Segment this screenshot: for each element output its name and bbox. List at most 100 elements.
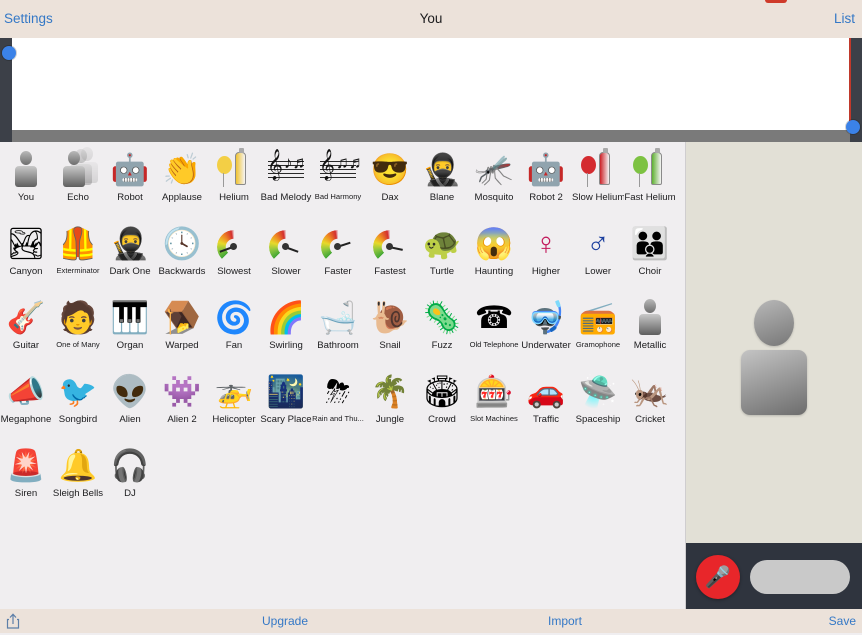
sleigh-bells-icon: 🔔 [58, 447, 98, 483]
effect-tile[interactable]: 👾 Alien 2 [156, 367, 208, 441]
effect-tile[interactable]: Slow Helium [572, 145, 624, 219]
dj-icon: 🎧 [110, 447, 150, 483]
effect-tile[interactable]: ☎ Old Telephone [468, 293, 520, 367]
effect-tile[interactable]: Helium [208, 145, 260, 219]
effect-tile[interactable]: Echo [52, 145, 104, 219]
effect-tile[interactable]: 🤖 Robot 2 [520, 145, 572, 219]
effect-tile[interactable]: 🚁 Helicopter [208, 367, 260, 441]
timeline-scrollbar[interactable] [12, 130, 850, 142]
effect-tile[interactable]: 🌃 Scary Place [260, 367, 312, 441]
effect-tile[interactable]: 👏 Applause [156, 145, 208, 219]
effect-label: Alien [119, 414, 141, 425]
effect-label: Fastest [374, 266, 406, 277]
effect-tile[interactable]: 🤿 Underwater [520, 293, 572, 367]
effect-label: Canyon [9, 266, 43, 277]
car-icon: 🚗 [526, 373, 566, 409]
effect-tile[interactable]: 🦗 Cricket [624, 367, 676, 441]
guitar-icon: 🎸 [6, 299, 46, 335]
effect-tile[interactable]: 🌴 Jungle [364, 367, 416, 441]
effect-tile[interactable]: 🏞 Canyon [0, 219, 52, 293]
diving-helmet-icon: 🤿 [526, 299, 566, 335]
effect-tile[interactable]: 🎹 Organ [104, 293, 156, 367]
upgrade-button[interactable]: Upgrade [262, 614, 308, 628]
effect-tile[interactable]: 📻 Gramophone [572, 293, 624, 367]
organ-icon: 🎹 [110, 299, 150, 335]
avatar [741, 300, 807, 415]
effect-tile[interactable]: ⛈ Rain and Thu... [312, 367, 364, 441]
effect-tile[interactable]: 😱 Haunting [468, 219, 520, 293]
robot-icon: 🤖 [110, 151, 150, 187]
effect-tile[interactable]: Metallic [624, 293, 676, 367]
effect-tile[interactable]: 🦟 Mosquito [468, 145, 520, 219]
playhead-marker[interactable] [849, 38, 851, 132]
effect-tile[interactable]: 𝄞 ♫♬ Bad Harmony [312, 145, 366, 219]
masked-face-icon: 🥷 [422, 151, 462, 187]
effect-tile[interactable]: 📣 Megaphone [0, 367, 52, 441]
list-button[interactable]: List [834, 11, 855, 26]
effect-label: Alien 2 [167, 414, 197, 425]
effect-label: Cricket [635, 414, 665, 425]
warped-plank-icon: 🪤 [162, 299, 202, 335]
waveform-canvas[interactable] [12, 38, 850, 130]
ghost-mask-icon: 😱 [474, 225, 514, 261]
effect-tile[interactable]: 🐌 Snail [364, 293, 416, 367]
effect-tile[interactable]: 🥷 Blane [416, 145, 468, 219]
female-sign-icon: ♀ [534, 225, 558, 261]
selection-handle-start[interactable] [2, 46, 16, 60]
record-button[interactable]: 🎤 [696, 555, 740, 599]
save-button[interactable]: Save [829, 614, 856, 628]
import-button[interactable]: Import [548, 614, 582, 628]
scary-place-icon: 🌃 [266, 373, 306, 409]
effect-tile[interactable]: Faster [312, 219, 364, 293]
waveform-timeline[interactable] [0, 38, 862, 142]
effect-label: Choir [638, 266, 662, 277]
effect-tile[interactable]: Slower [260, 219, 312, 293]
effect-tile[interactable]: 🤖 Robot [104, 145, 156, 219]
slot-machine-icon: 🎰 [474, 373, 514, 409]
effect-tile[interactable]: You [0, 145, 52, 219]
effect-tile[interactable]: Fast Helium [624, 145, 676, 219]
effect-tile[interactable]: ♂ Lower [572, 219, 624, 293]
effect-tile[interactable]: 🦺 Exterminator [52, 219, 104, 293]
alien-icon: 👽 [110, 373, 150, 409]
share-export-icon[interactable] [4, 612, 22, 630]
effect-label: DJ [124, 488, 136, 499]
jungle-icon: 🌴 [370, 373, 410, 409]
helium-tank-icon [576, 145, 620, 193]
effect-tile[interactable]: 🚗 Traffic [520, 367, 572, 441]
effect-tile[interactable]: 🥷 Dark One [104, 219, 156, 293]
effect-tile[interactable]: 👪 Choir [624, 219, 676, 293]
effect-tile[interactable]: 🏟 Crowd [416, 367, 468, 441]
effect-label: Slower [271, 266, 301, 277]
bird-icon: 🐦 [58, 373, 98, 409]
effect-tile[interactable]: ♀ Higher [520, 219, 572, 293]
effect-tile[interactable]: 🔔 Sleigh Bells [52, 441, 104, 515]
selection-handle-end[interactable] [846, 120, 860, 134]
effect-tile[interactable]: 🎰 Slot Machines [468, 367, 520, 441]
effect-tile[interactable]: 🌀 Fan [208, 293, 260, 367]
recording-progress-pill[interactable] [750, 560, 850, 594]
effects-panel: You Echo 🤖 Robot 👏 Applause Helium 𝄞 ♪♬ Bad Melod… [0, 142, 686, 609]
effect-tile[interactable]: 😎 Dax [364, 145, 416, 219]
effect-tile[interactable]: 🦠 Fuzz [416, 293, 468, 367]
effect-tile[interactable]: 🛸 Spaceship [572, 367, 624, 441]
effect-tile[interactable]: 🎸 Guitar [0, 293, 52, 367]
effect-tile[interactable]: 🚨 Siren [0, 441, 52, 515]
effect-tile[interactable]: 🌈 Swirling [260, 293, 312, 367]
effect-tile[interactable]: 👽 Alien [104, 367, 156, 441]
microphone-icon: 🎤 [704, 565, 732, 589]
effects-grid: You Echo 🤖 Robot 👏 Applause Helium 𝄞 ♪♬ Bad Melod… [0, 145, 686, 515]
effect-tile[interactable]: 🐢 Turtle [416, 219, 468, 293]
effect-tile[interactable]: 🪤 Warped [156, 293, 208, 367]
effect-tile[interactable]: 🧑 One of Many [52, 293, 104, 367]
effect-tile[interactable]: 𝄞 ♪♬ Bad Melody [260, 145, 312, 219]
face-sunglasses-icon: 😎 [370, 151, 410, 187]
effect-tile[interactable]: 🛁 Bathroom [312, 293, 364, 367]
effect-tile[interactable]: Fastest [364, 219, 416, 293]
effect-tile[interactable]: 🎧 DJ [104, 441, 156, 515]
effect-tile[interactable]: 🐦 Songbird [52, 367, 104, 441]
effect-tile[interactable]: 🕓 Backwards [156, 219, 208, 293]
turtle-icon: 🐢 [422, 225, 462, 261]
effect-label: Gramophone [575, 340, 621, 349]
effect-tile[interactable]: Slowest [208, 219, 260, 293]
